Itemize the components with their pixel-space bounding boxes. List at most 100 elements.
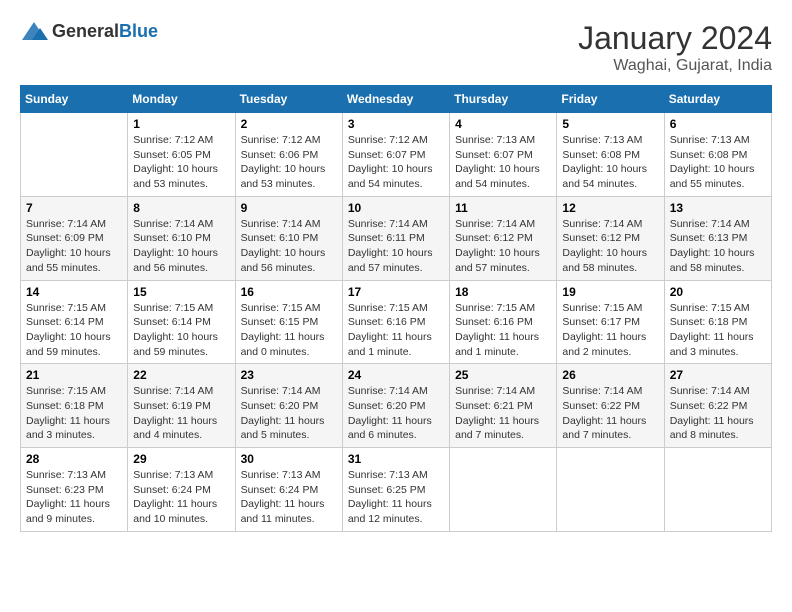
table-row: 8 Sunrise: 7:14 AMSunset: 6:10 PMDaylight…	[128, 196, 235, 280]
table-row: 13Sunrise: 7:14 AMSunset: 6:13 PMDayligh…	[664, 196, 771, 280]
table-row: 16 Sunrise: 7:15 AMSunset: 6:15 PMDayligh…	[235, 280, 342, 364]
day-info: Sunrise: 7:12 AMSunset: 6:07 PMDaylight:…	[348, 133, 444, 192]
day-info: Sunrise: 7:14 AMSunset: 6:09 PMDaylight:…	[26, 217, 122, 276]
table-row: 26Sunrise: 7:14 AMSunset: 6:22 PMDayligh…	[557, 364, 664, 448]
col-tuesday: Tuesday	[235, 86, 342, 113]
table-row: 24Sunrise: 7:14 AMSunset: 6:20 PMDayligh…	[342, 364, 449, 448]
day-number: 29	[133, 452, 229, 466]
table-row: 29 Sunrise: 7:13 AMSunset: 6:24 PMDayligh…	[128, 448, 235, 532]
day-info: Sunrise: 7:13 AMSunset: 6:07 PMDaylight:…	[455, 133, 551, 192]
page-header: GeneralBlue January 2024 Waghai, Gujarat…	[20, 20, 772, 75]
table-row: 27 Sunrise: 7:14 AMSunset: 6:22 PMDayligh…	[664, 364, 771, 448]
table-row: 6Sunrise: 7:13 AMSunset: 6:08 PMDaylight…	[664, 113, 771, 197]
day-number: 31	[348, 452, 444, 466]
day-number: 16	[241, 285, 337, 299]
table-row: 21Sunrise: 7:15 AMSunset: 6:18 PMDayligh…	[21, 364, 128, 448]
day-info: Sunrise: 7:15 AMSunset: 6:14 PMDaylight:…	[26, 301, 122, 360]
day-info: Sunrise: 7:13 AMSunset: 6:23 PMDaylight:…	[26, 468, 122, 527]
day-number: 27	[670, 368, 766, 382]
day-number: 26	[562, 368, 658, 382]
table-row: 25 Sunrise: 7:14 AMSunset: 6:21 PMDayligh…	[450, 364, 557, 448]
day-info: Sunrise: 7:13 AMSunset: 6:25 PMDaylight:…	[348, 468, 444, 527]
day-info: Sunrise: 7:14 AMSunset: 6:12 PMDaylight:…	[455, 217, 551, 276]
day-number: 7	[26, 201, 122, 215]
table-row: 15 Sunrise: 7:15 AMSunset: 6:14 PMDayligh…	[128, 280, 235, 364]
day-info: Sunrise: 7:14 AMSunset: 6:22 PMDaylight:…	[670, 384, 766, 443]
day-number: 8	[133, 201, 229, 215]
logo-icon	[20, 20, 48, 42]
day-number: 18	[455, 285, 551, 299]
table-row: 31 Sunrise: 7:13 AMSunset: 6:25 PMDayligh…	[342, 448, 449, 532]
logo-text: GeneralBlue	[52, 21, 158, 42]
day-info: Sunrise: 7:14 AMSunset: 6:20 PMDaylight:…	[241, 384, 337, 443]
day-number: 20	[670, 285, 766, 299]
day-info: Sunrise: 7:14 AMSunset: 6:11 PMDaylight:…	[348, 217, 444, 276]
day-number: 13	[670, 201, 766, 215]
day-number: 9	[241, 201, 337, 215]
table-row: 23 Sunrise: 7:14 AMSunset: 6:20 PMDayligh…	[235, 364, 342, 448]
day-number: 10	[348, 201, 444, 215]
calendar-table: Sunday Monday Tuesday Wednesday Thursday…	[20, 85, 772, 532]
calendar-week-row: 7 Sunrise: 7:14 AMSunset: 6:09 PMDaylight…	[21, 196, 772, 280]
day-info: Sunrise: 7:13 AMSunset: 6:08 PMDaylight:…	[670, 133, 766, 192]
day-info: Sunrise: 7:14 AMSunset: 6:19 PMDaylight:…	[133, 384, 229, 443]
table-row: 11 Sunrise: 7:14 AMSunset: 6:12 PMDayligh…	[450, 196, 557, 280]
day-number: 22	[133, 368, 229, 382]
table-row: 19Sunrise: 7:15 AMSunset: 6:17 PMDayligh…	[557, 280, 664, 364]
day-number: 15	[133, 285, 229, 299]
table-row	[664, 448, 771, 532]
day-number: 25	[455, 368, 551, 382]
day-number: 1	[133, 117, 229, 131]
day-number: 4	[455, 117, 551, 131]
table-row: 18Sunrise: 7:15 AMSunset: 6:16 PMDayligh…	[450, 280, 557, 364]
day-number: 17	[348, 285, 444, 299]
day-info: Sunrise: 7:14 AMSunset: 6:10 PMDaylight:…	[241, 217, 337, 276]
day-info: Sunrise: 7:14 AMSunset: 6:10 PMDaylight:…	[133, 217, 229, 276]
day-info: Sunrise: 7:14 AMSunset: 6:12 PMDaylight:…	[562, 217, 658, 276]
calendar-week-row: 14 Sunrise: 7:15 AMSunset: 6:14 PMDayligh…	[21, 280, 772, 364]
table-row: 1 Sunrise: 7:12 AMSunset: 6:05 PMDaylight…	[128, 113, 235, 197]
day-number: 24	[348, 368, 444, 382]
day-number: 3	[348, 117, 444, 131]
day-info: Sunrise: 7:13 AMSunset: 6:24 PMDaylight:…	[133, 468, 229, 527]
day-number: 30	[241, 452, 337, 466]
day-number: 11	[455, 201, 551, 215]
table-row: 20 Sunrise: 7:15 AMSunset: 6:18 PMDayligh…	[664, 280, 771, 364]
col-wednesday: Wednesday	[342, 86, 449, 113]
logo: GeneralBlue	[20, 20, 158, 42]
col-thursday: Thursday	[450, 86, 557, 113]
day-info: Sunrise: 7:12 AMSunset: 6:05 PMDaylight:…	[133, 133, 229, 192]
day-number: 12	[562, 201, 658, 215]
title-section: January 2024 Waghai, Gujarat, India	[578, 20, 772, 75]
day-info: Sunrise: 7:15 AMSunset: 6:18 PMDaylight:…	[670, 301, 766, 360]
logo-general: General	[52, 21, 119, 41]
day-info: Sunrise: 7:15 AMSunset: 6:14 PMDaylight:…	[133, 301, 229, 360]
day-number: 5	[562, 117, 658, 131]
day-info: Sunrise: 7:13 AMSunset: 6:24 PMDaylight:…	[241, 468, 337, 527]
calendar-week-row: 21Sunrise: 7:15 AMSunset: 6:18 PMDayligh…	[21, 364, 772, 448]
col-monday: Monday	[128, 86, 235, 113]
table-row: 14 Sunrise: 7:15 AMSunset: 6:14 PMDayligh…	[21, 280, 128, 364]
day-info: Sunrise: 7:13 AMSunset: 6:08 PMDaylight:…	[562, 133, 658, 192]
col-saturday: Saturday	[664, 86, 771, 113]
table-row: 2Sunrise: 7:12 AMSunset: 6:06 PMDaylight…	[235, 113, 342, 197]
table-row: 12 Sunrise: 7:14 AMSunset: 6:12 PMDayligh…	[557, 196, 664, 280]
col-friday: Friday	[557, 86, 664, 113]
table-row	[557, 448, 664, 532]
table-row: 10 Sunrise: 7:14 AMSunset: 6:11 PMDayligh…	[342, 196, 449, 280]
table-row: 4 Sunrise: 7:13 AMSunset: 6:07 PMDaylight…	[450, 113, 557, 197]
day-info: Sunrise: 7:12 AMSunset: 6:06 PMDaylight:…	[241, 133, 337, 192]
day-number: 14	[26, 285, 122, 299]
day-info: Sunrise: 7:15 AMSunset: 6:15 PMDaylight:…	[241, 301, 337, 360]
table-row: 7 Sunrise: 7:14 AMSunset: 6:09 PMDaylight…	[21, 196, 128, 280]
day-info: Sunrise: 7:15 AMSunset: 6:17 PMDaylight:…	[562, 301, 658, 360]
table-row: 28Sunrise: 7:13 AMSunset: 6:23 PMDayligh…	[21, 448, 128, 532]
day-number: 23	[241, 368, 337, 382]
day-info: Sunrise: 7:14 AMSunset: 6:21 PMDaylight:…	[455, 384, 551, 443]
table-row: 5 Sunrise: 7:13 AMSunset: 6:08 PMDaylight…	[557, 113, 664, 197]
calendar-header-row: Sunday Monday Tuesday Wednesday Thursday…	[21, 86, 772, 113]
calendar-week-row: 1 Sunrise: 7:12 AMSunset: 6:05 PMDaylight…	[21, 113, 772, 197]
day-info: Sunrise: 7:15 AMSunset: 6:16 PMDaylight:…	[348, 301, 444, 360]
day-number: 21	[26, 368, 122, 382]
table-row	[21, 113, 128, 197]
